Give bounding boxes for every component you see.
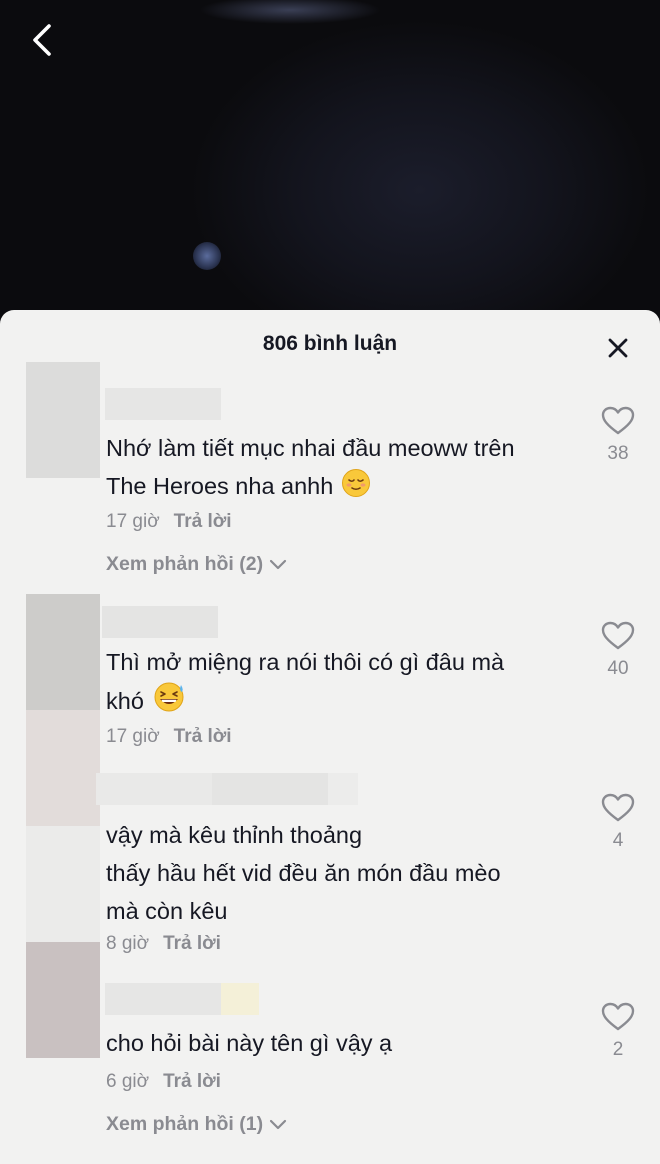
comment-text: vậy mà kêu thỉnh thoảng thấy hầu hết vid… bbox=[106, 816, 576, 930]
comment-time: 8 giờ bbox=[106, 933, 150, 954]
comment-line: cho hỏi bài này tên gì vậy ạ bbox=[106, 1030, 393, 1056]
video-frame-detail bbox=[193, 242, 221, 270]
avatar[interactable] bbox=[26, 942, 100, 1058]
heart-icon bbox=[601, 1002, 635, 1031]
comment-line: The Heroes nha anhh bbox=[106, 467, 576, 509]
video-background bbox=[0, 0, 660, 330]
username-redacted[interactable] bbox=[328, 773, 358, 805]
comment-meta: 17 giờ Trả lời bbox=[106, 726, 232, 748]
avatar[interactable] bbox=[26, 710, 100, 826]
comments-count-title: 806 bình luận bbox=[262, 332, 398, 355]
reply-button[interactable]: Trả lời bbox=[174, 726, 232, 748]
like-button[interactable]: 4 bbox=[595, 793, 641, 852]
view-replies-label: Xem phản hồi (1) bbox=[106, 1113, 264, 1135]
comment-time: 17 giờ bbox=[106, 726, 160, 747]
heart-icon bbox=[601, 793, 635, 822]
reply-button[interactable]: Trả lời bbox=[174, 511, 232, 533]
close-button[interactable] bbox=[600, 330, 636, 366]
comment-meta: 6 giờ Trả lời bbox=[106, 1071, 221, 1093]
back-button[interactable] bbox=[22, 20, 62, 60]
comment-line: vậy mà kêu thỉnh thoảng bbox=[106, 822, 363, 848]
like-count: 4 bbox=[612, 830, 624, 851]
heart-icon bbox=[601, 406, 635, 435]
reply-button[interactable]: Trả lời bbox=[163, 1071, 221, 1093]
comment-text: Nhớ làm tiết mục nhai đầu meoww trên The… bbox=[106, 429, 576, 509]
username-redacted[interactable] bbox=[105, 983, 221, 1015]
comment-text: cho hỏi bài này tên gì vậy ạ bbox=[106, 1024, 576, 1062]
username-redacted[interactable] bbox=[96, 773, 212, 805]
username-redacted[interactable] bbox=[102, 606, 218, 638]
grinning-sweat-face-emoji bbox=[152, 681, 186, 724]
username-redacted[interactable] bbox=[221, 983, 259, 1015]
chevron-down-icon bbox=[270, 1119, 287, 1129]
avatar[interactable] bbox=[26, 362, 100, 478]
comment-line: Thì mở miệng ra nói thôi có gì đâu mà bbox=[106, 649, 505, 675]
reply-button[interactable]: Trả lời bbox=[163, 933, 221, 955]
like-count: 38 bbox=[607, 443, 629, 464]
avatar[interactable] bbox=[26, 594, 100, 710]
comment-line: khó bbox=[106, 681, 576, 724]
avatar[interactable] bbox=[26, 826, 100, 942]
comment-line: thấy hầu hết vid đều ăn món đầu mèo bbox=[106, 860, 501, 886]
username-redacted[interactable] bbox=[212, 773, 328, 805]
view-replies-button[interactable]: Xem phản hồi (1) bbox=[106, 1113, 287, 1136]
comment-meta: 17 giờ Trả lời bbox=[106, 511, 232, 533]
comment-time: 17 giờ bbox=[106, 511, 160, 532]
like-button[interactable]: 38 bbox=[595, 406, 641, 465]
like-button[interactable]: 40 bbox=[595, 621, 641, 680]
view-replies-label: Xem phản hồi (2) bbox=[106, 553, 264, 575]
close-icon bbox=[608, 338, 628, 358]
heart-icon bbox=[601, 621, 635, 650]
comment-meta: 8 giờ Trả lời bbox=[106, 933, 221, 955]
like-count: 40 bbox=[607, 658, 629, 679]
view-replies-button[interactable]: Xem phản hồi (2) bbox=[106, 553, 287, 576]
like-count: 2 bbox=[612, 1039, 624, 1060]
relieved-face-emoji bbox=[341, 468, 371, 509]
chevron-down-icon bbox=[270, 559, 287, 569]
chevron-left-icon bbox=[33, 24, 51, 56]
comment-time: 6 giờ bbox=[106, 1071, 150, 1092]
comment-line: Nhớ làm tiết mục nhai đầu meoww trên bbox=[106, 435, 515, 461]
comments-sheet: 806 bình luận Nhớ làm tiết mục nhai đầu … bbox=[0, 310, 660, 1164]
comment-text: Thì mở miệng ra nói thôi có gì đâu mà kh… bbox=[106, 643, 576, 724]
username-redacted[interactable] bbox=[105, 388, 221, 420]
comment-line: mà còn kêu bbox=[106, 898, 228, 924]
like-button[interactable]: 2 bbox=[595, 1002, 641, 1061]
